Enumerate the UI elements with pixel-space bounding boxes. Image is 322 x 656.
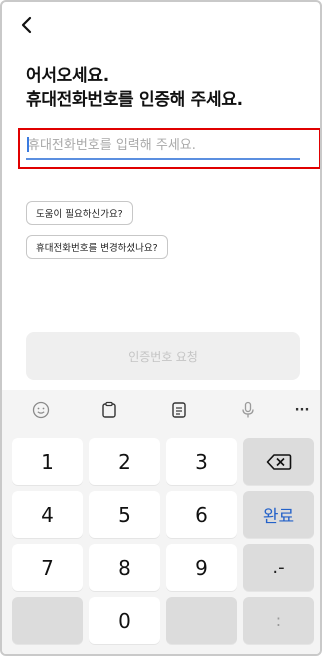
- page-title: 어서오세요. 휴대전화번호를 인증해 주세요.: [26, 64, 243, 112]
- key-0[interactable]: 0: [89, 597, 160, 644]
- request-code-button[interactable]: 인증번호 요청: [26, 332, 300, 380]
- clipboard-icon: [102, 401, 116, 418]
- phone-number-field[interactable]: [26, 134, 300, 160]
- chevron-left-icon: [21, 16, 32, 34]
- key-6[interactable]: 6: [166, 491, 237, 538]
- microphone-icon: [242, 401, 254, 418]
- emoji-icon: [32, 401, 50, 419]
- help-link[interactable]: 도움이 필요하신가요?: [26, 201, 133, 225]
- done-key[interactable]: 완료: [243, 491, 314, 538]
- phone-number-input[interactable]: [26, 134, 300, 157]
- blank-key-right[interactable]: [166, 597, 237, 644]
- keyboard-toolbar: ···: [2, 390, 320, 430]
- emoji-button[interactable]: [30, 399, 52, 421]
- numeric-keyboard: ··· 1 2 3 4 5 6 완료 7 8 9 .- 0 :: [2, 390, 320, 654]
- colon-key[interactable]: :: [243, 597, 314, 644]
- backspace-key[interactable]: [243, 438, 314, 485]
- change-number-link[interactable]: 휴대전화번호를 변경하셨나요?: [26, 235, 168, 259]
- key-8[interactable]: 8: [89, 544, 160, 591]
- more-icon[interactable]: ···: [288, 399, 316, 421]
- key-3[interactable]: 3: [166, 438, 237, 485]
- key-7[interactable]: 7: [12, 544, 83, 591]
- key-5[interactable]: 5: [89, 491, 160, 538]
- title-line-2: 휴대전화번호를 인증해 주세요.: [26, 90, 243, 110]
- key-1[interactable]: 1: [12, 438, 83, 485]
- backspace-icon: [266, 453, 291, 470]
- text-cursor: [27, 137, 29, 152]
- key-9[interactable]: 9: [166, 544, 237, 591]
- dot-dash-key[interactable]: .-: [243, 544, 314, 591]
- key-4[interactable]: 4: [12, 491, 83, 538]
- notes-icon: [172, 402, 186, 418]
- clipboard-button[interactable]: [98, 399, 120, 421]
- back-button[interactable]: [16, 14, 38, 36]
- blank-key-left[interactable]: [12, 597, 83, 644]
- key-2[interactable]: 2: [89, 438, 160, 485]
- notes-button[interactable]: [168, 399, 190, 421]
- voice-input-button[interactable]: [237, 399, 259, 421]
- screen: 어서오세요. 휴대전화번호를 인증해 주세요. 도움이 필요하신가요? 휴대전화…: [0, 0, 322, 656]
- title-line-1: 어서오세요.: [26, 66, 109, 86]
